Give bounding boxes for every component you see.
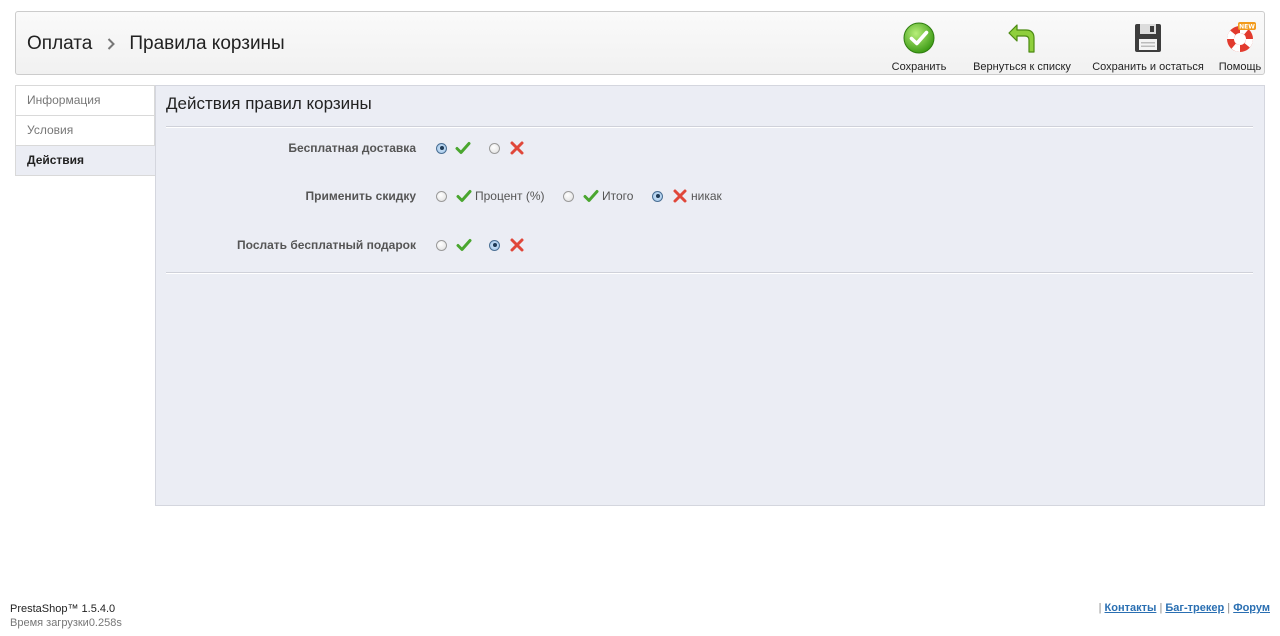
lifebuoy-icon: NEW bbox=[1224, 22, 1256, 54]
footer-info: PrestaShop™ 1.5.4.0 Время загрузки0.258s bbox=[10, 602, 122, 630]
panel-title: Действия правил корзины bbox=[166, 94, 372, 113]
footer-separator: | bbox=[1159, 602, 1163, 614]
discount-amount-label: Итого bbox=[602, 189, 634, 203]
save-and-stay-button[interactable]: Сохранить и остаться bbox=[1088, 12, 1208, 74]
discount-none-radio[interactable] bbox=[652, 190, 663, 202]
free-gift-yes-radio[interactable] bbox=[436, 239, 447, 251]
free-gift-yes-option[interactable] bbox=[436, 233, 472, 257]
free-gift-row: Послать бесплатный подарок bbox=[156, 233, 1256, 257]
help-button-label: Помощь bbox=[1218, 61, 1262, 73]
chevron-right-icon bbox=[107, 38, 116, 50]
free-gift-no-radio[interactable] bbox=[489, 239, 500, 251]
floppy-disk-icon bbox=[1132, 22, 1164, 54]
free-gift-label: Послать бесплатный подарок bbox=[237, 238, 416, 252]
discount-percent-option[interactable]: Процент (%) bbox=[436, 184, 545, 208]
discount-amount-option[interactable]: Итого bbox=[563, 184, 633, 208]
cross-icon bbox=[509, 140, 525, 156]
check-icon bbox=[455, 140, 471, 156]
discount-none-label: никак bbox=[691, 189, 722, 203]
forum-link[interactable]: Форум bbox=[1233, 602, 1270, 614]
discount-none-option[interactable]: никак bbox=[652, 184, 722, 208]
free-shipping-no-radio[interactable] bbox=[489, 142, 500, 154]
toolbar-buttons: Сохранить Вернуться к списку Сохранить и… bbox=[864, 12, 1264, 74]
back-to-list-label: Вернуться к списку bbox=[973, 61, 1071, 73]
toolbar: Оплата Правила корзины Сохранить Вернуть… bbox=[15, 11, 1265, 75]
check-icon bbox=[456, 237, 472, 253]
check-icon bbox=[583, 188, 599, 204]
free-shipping-label: Бесплатная доставка bbox=[288, 141, 416, 155]
help-button[interactable]: NEW Помощь bbox=[1216, 12, 1264, 74]
breadcrumb-parent: Оплата bbox=[27, 33, 93, 54]
tab-list: Информация Условия Действия bbox=[15, 85, 155, 176]
actions-panel: Действия правил корзины Бесплатная доста… bbox=[155, 85, 1265, 506]
help-new-badge: NEW bbox=[1239, 23, 1255, 30]
tab-actions[interactable]: Действия bbox=[15, 145, 155, 176]
discount-percent-label: Процент (%) bbox=[475, 189, 545, 203]
apply-discount-row: Применить скидку Процент (%) Итого никак bbox=[156, 184, 1256, 208]
free-gift-no-option[interactable] bbox=[489, 233, 525, 257]
footer-separator: | bbox=[1227, 602, 1231, 614]
breadcrumb-current: Правила корзины bbox=[129, 33, 285, 54]
discount-amount-radio[interactable] bbox=[563, 190, 574, 202]
divider bbox=[166, 126, 1253, 128]
cross-icon bbox=[672, 188, 688, 204]
free-shipping-yes-option[interactable] bbox=[436, 136, 471, 160]
version-text: PrestaShop™ 1.5.4.0 bbox=[10, 603, 116, 615]
save-and-stay-label: Сохранить и остаться bbox=[1092, 61, 1204, 73]
tab-conditions[interactable]: Условия bbox=[15, 115, 155, 145]
breadcrumb: Оплата Правила корзины bbox=[27, 33, 285, 55]
save-button[interactable]: Сохранить bbox=[884, 12, 954, 74]
checkmark-circle-icon bbox=[903, 22, 935, 54]
cross-icon bbox=[509, 237, 525, 253]
apply-discount-label: Применить скидку bbox=[305, 189, 416, 203]
save-button-label: Сохранить bbox=[891, 61, 947, 73]
free-shipping-row: Бесплатная доставка bbox=[156, 136, 1256, 160]
bug-tracker-link[interactable]: Баг-трекер bbox=[1165, 602, 1224, 614]
return-arrow-icon bbox=[1006, 22, 1038, 54]
free-shipping-yes-radio[interactable] bbox=[436, 142, 447, 154]
discount-percent-radio[interactable] bbox=[436, 190, 447, 202]
back-to-list-button[interactable]: Вернуться к списку bbox=[970, 12, 1074, 74]
check-icon bbox=[456, 188, 472, 204]
free-shipping-no-option[interactable] bbox=[489, 136, 525, 160]
footer-separator: | bbox=[1098, 602, 1102, 614]
tab-information[interactable]: Информация bbox=[15, 85, 155, 115]
contacts-link[interactable]: Контакты bbox=[1105, 602, 1157, 614]
divider bbox=[166, 272, 1253, 274]
load-time-text: Время загрузки0.258s bbox=[10, 617, 122, 629]
footer-links: | Контакты | Баг-трекер | Форум bbox=[1099, 602, 1270, 614]
